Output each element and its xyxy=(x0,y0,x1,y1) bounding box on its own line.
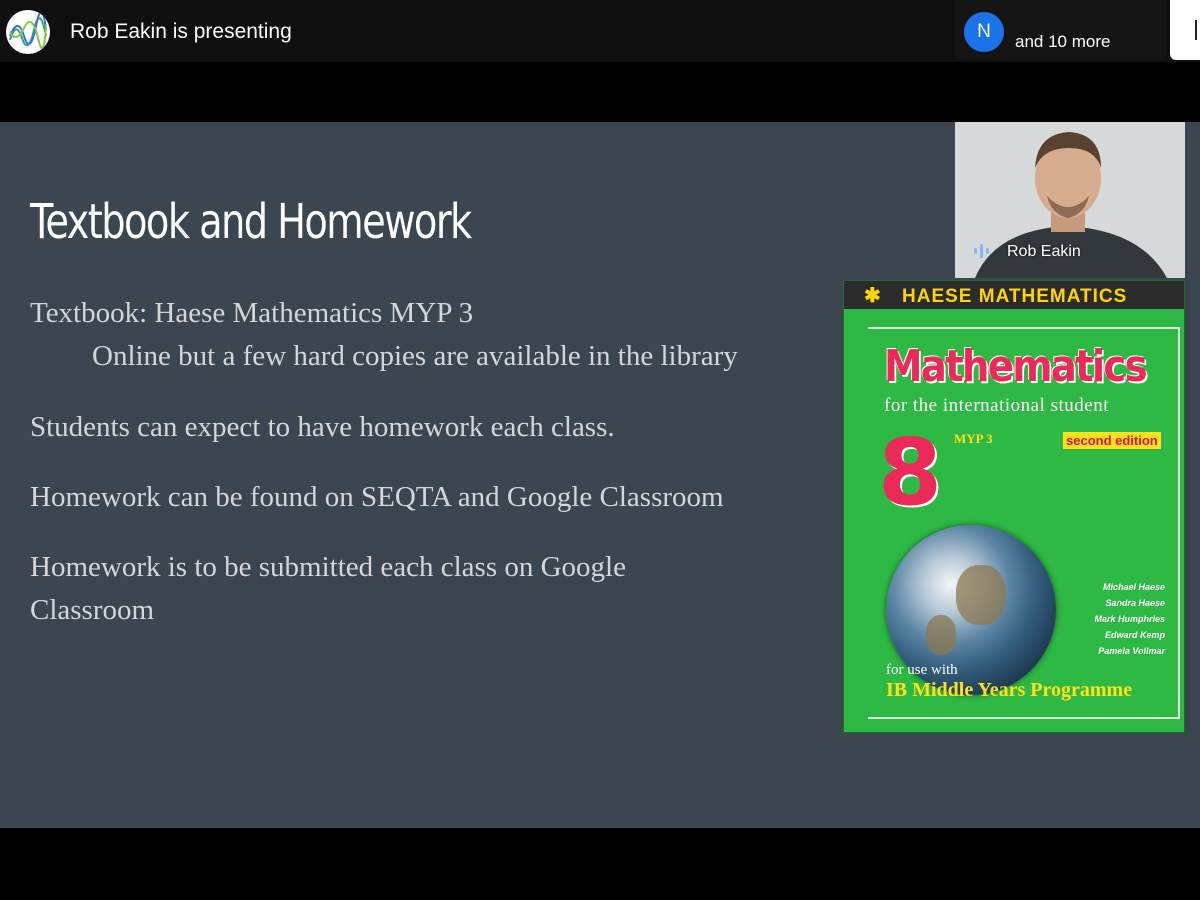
book-subtitle: for the international student xyxy=(884,395,1110,416)
publisher-star-icon: ✱ xyxy=(864,285,881,307)
book-title: Mathematics xyxy=(884,341,1148,392)
homework-submit-line: Homework is to be submitted each class o… xyxy=(30,551,626,583)
homework-expect-line: Students can expect to have homework eac… xyxy=(30,411,615,443)
author-name: Pamela Vollmar xyxy=(1098,646,1165,656)
meeting-app-logo-icon xyxy=(6,10,50,54)
book-programme-label: IB Middle Years Programme xyxy=(886,679,1133,701)
book-authors: Michael Haese Sandra Haese Mark Humphrie… xyxy=(1069,579,1165,659)
book-for-use-label: for use with xyxy=(886,662,958,678)
top-bar: Rob Eakin is presenting N and 10 more xyxy=(0,0,1200,62)
author-name: Michael Haese xyxy=(1102,582,1165,592)
textbook-note-line: Online but a few hard copies are availab… xyxy=(92,340,738,372)
book-publisher-banner: ✱ HAESE MATHEMATICS xyxy=(844,281,1184,309)
homework-submit-line-continued: Classroom xyxy=(30,594,155,626)
slide-title: Textbook and Homework xyxy=(30,194,472,250)
author-name: Edward Kemp xyxy=(1104,630,1165,640)
more-participants-label: and 10 more xyxy=(1015,32,1111,51)
speaker-name: Rob Eakin xyxy=(1007,243,1081,260)
panel-toggle-icon xyxy=(1195,20,1197,40)
panel-toggle-button[interactable] xyxy=(1170,0,1200,60)
presenting-status: Rob Eakin is presenting xyxy=(70,20,292,43)
speaker-video-tile[interactable]: Rob Eakin xyxy=(955,122,1185,278)
book-grade-number: 8 xyxy=(878,419,943,526)
participant-avatar: N xyxy=(964,12,1004,52)
homework-location-line: Homework can be found on SEQTA and Googl… xyxy=(30,481,724,513)
textbook-cover-image: ✱ HAESE MATHEMATICS Mathematics for the … xyxy=(843,280,1185,733)
textbook-line: Textbook: Haese Mathematics MYP 3 xyxy=(30,297,474,329)
book-edition-badge: second edition xyxy=(1063,432,1161,449)
speaking-indicator-icon xyxy=(974,244,989,258)
participants-indicator[interactable]: N and 10 more xyxy=(955,0,1167,60)
book-publisher: HAESE MATHEMATICS xyxy=(902,286,1128,307)
author-name: Mark Humphries xyxy=(1094,614,1165,624)
author-name: Sandra Haese xyxy=(1105,598,1165,608)
book-myp-label: MYP 3 xyxy=(954,431,993,446)
